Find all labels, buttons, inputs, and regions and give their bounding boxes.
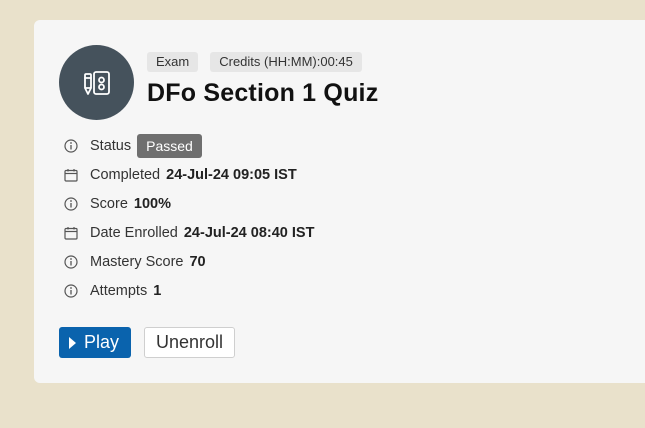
score-row: Score 100%	[64, 189, 314, 218]
completed-label: Completed	[90, 166, 161, 183]
completed-value: 24-Jul-24 09:05 IST	[166, 166, 297, 183]
mastery-score-value: 70	[189, 253, 206, 270]
date-enrolled-row: Date Enrolled 24-Jul-24 08:40 IST	[64, 218, 314, 247]
info-icon	[64, 283, 78, 298]
course-title: DFo Section 1 Quiz	[147, 79, 379, 107]
mastery-score-label: Mastery Score	[90, 253, 184, 270]
course-tags: Exam Credits (HH:MM):00:45	[147, 52, 362, 72]
completed-row: Completed 24-Jul-24 09:05 IST	[64, 160, 314, 189]
course-details: Status Passed Completed 24-Jul-24 09:05 …	[64, 131, 314, 305]
status-row: Status Passed	[64, 131, 314, 160]
type-tag: Exam	[147, 52, 199, 72]
info-icon	[64, 254, 78, 269]
attempts-value: 1	[153, 282, 162, 299]
status-label: Status	[90, 137, 132, 154]
date-enrolled-value: 24-Jul-24 08:40 IST	[183, 224, 315, 241]
score-label: Score	[90, 195, 128, 212]
calendar-icon	[64, 168, 78, 182]
exam-pencil-icon	[83, 70, 110, 95]
attempts-label: Attempts	[90, 282, 148, 299]
course-card: Exam Credits (HH:MM):00:45 DFo Section 1…	[34, 20, 645, 383]
credits-tag: Credits (HH:MM):00:45	[210, 52, 362, 72]
score-value: 100%	[133, 195, 171, 212]
attempts-row: Attempts 1	[64, 276, 314, 305]
course-actions: Play Unenroll	[59, 327, 236, 358]
mastery-score-row: Mastery Score 70	[64, 247, 314, 276]
play-icon	[69, 336, 76, 349]
calendar-icon	[64, 226, 78, 240]
info-icon	[64, 196, 78, 211]
play-button[interactable]: Play	[59, 327, 132, 358]
unenroll-button[interactable]: Unenroll	[144, 327, 236, 358]
course-avatar	[59, 45, 134, 120]
date-enrolled-label: Date Enrolled	[90, 224, 178, 241]
info-icon	[64, 138, 78, 153]
play-button-label: Play	[84, 332, 120, 352]
status-badge: Passed	[137, 133, 202, 158]
